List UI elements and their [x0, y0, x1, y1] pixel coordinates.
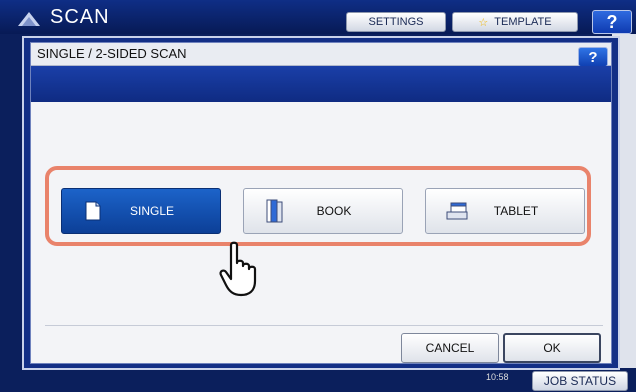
dialog-help-button[interactable]: ?: [578, 47, 608, 67]
hand-pointer-icon: [219, 241, 257, 297]
settings-button-label: SETTINGS: [368, 16, 424, 28]
single-page-icon: [82, 200, 104, 222]
book-button[interactable]: BOOK: [243, 188, 403, 234]
dialog-band: [31, 66, 611, 102]
settings-button[interactable]: SETTINGS: [346, 12, 446, 32]
clock-time: 10:58: [486, 372, 509, 382]
ok-button[interactable]: OK: [503, 333, 601, 363]
scan-side-dialog: SINGLE / 2-SIDED SCAN ? SINGLE BOOK TABL…: [22, 36, 620, 370]
template-button-label: TEMPLATE: [494, 16, 552, 28]
template-button[interactable]: ☆ TEMPLATE: [452, 12, 578, 32]
tablet-button-label: TABLET: [493, 204, 539, 218]
single-button-label: SINGLE: [129, 204, 174, 218]
tablet-icon: [446, 200, 468, 222]
book-icon: [264, 199, 286, 223]
dialog-title: SINGLE / 2-SIDED SCAN: [37, 46, 187, 61]
app-title: SCAN: [50, 6, 110, 28]
star-icon: ☆: [478, 16, 489, 29]
dialog-body: SINGLE / 2-SIDED SCAN ? SINGLE BOOK TABL…: [30, 42, 612, 364]
book-button-label: BOOK: [316, 204, 352, 218]
scan-logo-icon: [18, 12, 40, 26]
footer-divider: [45, 325, 603, 326]
job-status-button[interactable]: JOB STATUS: [532, 371, 628, 391]
app-help-button[interactable]: ?: [592, 10, 632, 34]
single-button[interactable]: SINGLE: [61, 188, 221, 234]
cancel-button[interactable]: CANCEL: [401, 333, 499, 363]
dialog-header: SINGLE / 2-SIDED SCAN: [31, 43, 611, 66]
tablet-button[interactable]: TABLET: [425, 188, 585, 234]
